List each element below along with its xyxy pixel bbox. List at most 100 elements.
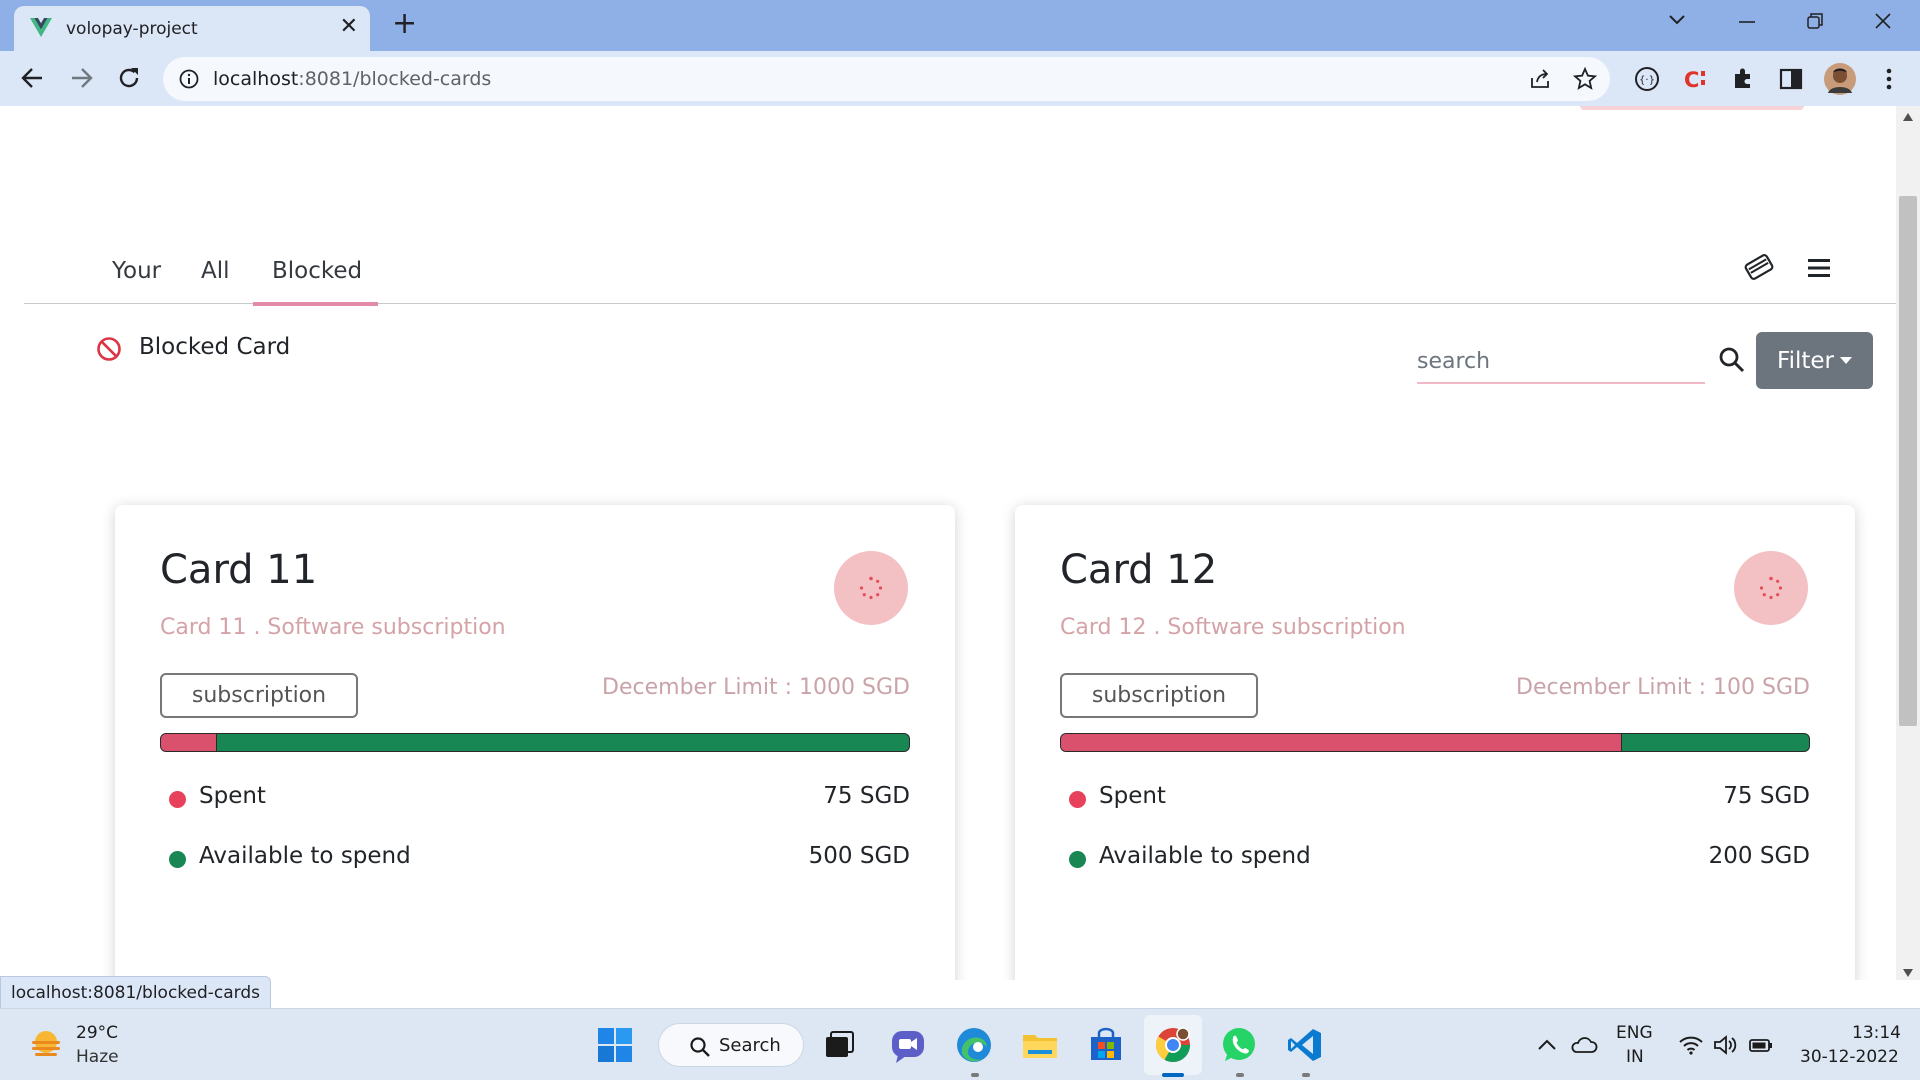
windows-start-icon[interactable] [597, 1027, 633, 1063]
profile-avatar[interactable] [1824, 63, 1856, 95]
taskbar-search-label: Search [719, 1035, 781, 1056]
vertical-scroll-thumb[interactable] [1899, 196, 1917, 726]
card-limit: December Limit : 1000 SGD [602, 675, 910, 700]
edge-browser-icon[interactable] [954, 1025, 994, 1065]
vscode-running-indicator [1302, 1073, 1310, 1077]
spent-fill [1061, 734, 1622, 751]
chrome-active-indicator [1162, 1073, 1184, 1077]
extension-code-icon[interactable]: {·} [1634, 66, 1660, 92]
spent-dot [169, 791, 186, 808]
spent-value: 75 SGD [823, 783, 910, 809]
volume-icon[interactable] [1712, 1033, 1738, 1057]
windows-taskbar: 29°C Haze Search ENG IN 13:14 30-12-2022 [0, 1008, 1920, 1080]
card-avatar [834, 551, 908, 625]
vscode-icon[interactable] [1285, 1025, 1325, 1065]
back-arrow-icon[interactable] [20, 65, 46, 91]
reload-icon[interactable] [116, 65, 142, 91]
browser-tab[interactable]: volopay-project ✕ [14, 6, 370, 51]
card-tile[interactable]: Card 12 Card 12 . Software subscription … [1015, 505, 1855, 980]
card-tile[interactable]: Card 11 Card 11 . Software subscription … [115, 505, 955, 980]
extension-c-icon[interactable]: C [1682, 66, 1708, 92]
browser-tab-strip: volopay-project ✕ + [0, 0, 1920, 51]
battery-icon[interactable] [1748, 1033, 1774, 1057]
scroll-up-arrow-icon[interactable] [1902, 112, 1914, 122]
scroll-down-arrow-icon[interactable] [1902, 968, 1914, 978]
browser-toolbar: localhost:8081/blocked-cards {·} C [0, 51, 1920, 106]
forward-arrow-icon[interactable] [68, 65, 94, 91]
extensions-puzzle-icon[interactable] [1730, 66, 1756, 92]
card-subtitle: Card 11 . Software subscription [160, 615, 506, 640]
language-bottom[interactable]: IN [1626, 1047, 1644, 1067]
teams-chat-icon[interactable] [888, 1025, 928, 1065]
minimize-icon[interactable] [1738, 20, 1756, 24]
spinner-icon [859, 576, 883, 600]
show-hidden-icons-chevron-icon[interactable] [1536, 1033, 1558, 1057]
vertical-scrollbar[interactable] [1896, 106, 1920, 980]
onedrive-cloud-icon[interactable] [1570, 1033, 1598, 1057]
weather-desc: Haze [76, 1047, 119, 1067]
available-dot [169, 851, 186, 868]
whatsapp-icon[interactable] [1219, 1025, 1259, 1065]
tab-close-icon[interactable]: ✕ [340, 15, 358, 39]
available-label: Available to spend [1099, 843, 1311, 869]
list-view-icon[interactable] [1806, 256, 1832, 280]
card-subtitle: Card 12 . Software subscription [1060, 615, 1406, 640]
search-input[interactable] [1417, 342, 1705, 380]
address-bar[interactable]: localhost:8081/blocked-cards [163, 57, 1610, 101]
blocked-icon [97, 337, 121, 361]
active-tab-indicator [253, 302, 378, 306]
filter-button[interactable]: Filter [1756, 332, 1873, 389]
available-value: 200 SGD [1708, 843, 1810, 869]
new-tab-icon[interactable]: + [392, 9, 417, 39]
svg-text:C: C [1684, 68, 1699, 92]
spinner-icon [1759, 576, 1783, 600]
clock-time[interactable]: 13:14 [1852, 1023, 1901, 1043]
task-view-icon[interactable] [820, 1025, 860, 1065]
spent-label: Spent [199, 783, 266, 809]
side-panel-icon[interactable] [1778, 66, 1804, 92]
spent-dot [1069, 791, 1086, 808]
svg-text:{·}: {·} [1639, 75, 1655, 86]
whatsapp-running-indicator [1236, 1073, 1244, 1077]
restore-icon[interactable] [1806, 12, 1824, 30]
taskbar-search[interactable]: Search [658, 1023, 804, 1067]
weather-temp: 29°C [76, 1023, 119, 1043]
page-content: Your All Blocked Blocked Card Filter Car… [0, 106, 1896, 980]
clock-date[interactable]: 30-12-2022 [1800, 1047, 1899, 1067]
chrome-icon[interactable] [1153, 1025, 1193, 1065]
caret-down-icon [1839, 357, 1852, 364]
file-explorer-icon[interactable] [1020, 1025, 1060, 1065]
card-tag: subscription [1060, 673, 1258, 718]
weather-haze-icon[interactable] [28, 1027, 64, 1063]
tab-blocked[interactable]: Blocked [272, 258, 362, 284]
section-title: Blocked Card [139, 334, 291, 360]
card-limit: December Limit : 100 SGD [1516, 675, 1810, 700]
more-menu-icon[interactable] [1876, 66, 1902, 92]
header-accent [1580, 106, 1804, 110]
spent-label: Spent [1099, 783, 1166, 809]
search-field [1417, 342, 1705, 384]
tab-your[interactable]: Your [112, 258, 161, 284]
url-text: localhost:8081/blocked-cards [213, 68, 491, 90]
close-window-icon[interactable] [1874, 12, 1892, 30]
spend-progress-bar [160, 733, 910, 752]
card-tag: subscription [160, 673, 358, 718]
bookmark-star-icon[interactable] [1573, 67, 1597, 91]
card-title: Card 12 [1060, 547, 1218, 593]
search-icon [690, 1037, 710, 1057]
tab-all[interactable]: All [201, 258, 230, 284]
share-icon[interactable] [1528, 67, 1552, 91]
wifi-icon[interactable] [1678, 1033, 1704, 1057]
tab-search-chevron-icon[interactable] [1668, 14, 1686, 26]
edge-running-indicator [971, 1073, 979, 1077]
tab-title: volopay-project [66, 19, 198, 39]
language-top[interactable]: ENG [1616, 1023, 1653, 1043]
filter-label: Filter [1777, 347, 1834, 374]
microsoft-store-icon[interactable] [1086, 1025, 1126, 1065]
available-dot [1069, 851, 1086, 868]
site-info-icon[interactable] [179, 69, 199, 89]
url-host: localhost [213, 68, 299, 90]
card-view-icon[interactable] [1744, 252, 1774, 282]
search-icon[interactable] [1718, 346, 1746, 374]
spend-progress-bar [1060, 733, 1810, 752]
